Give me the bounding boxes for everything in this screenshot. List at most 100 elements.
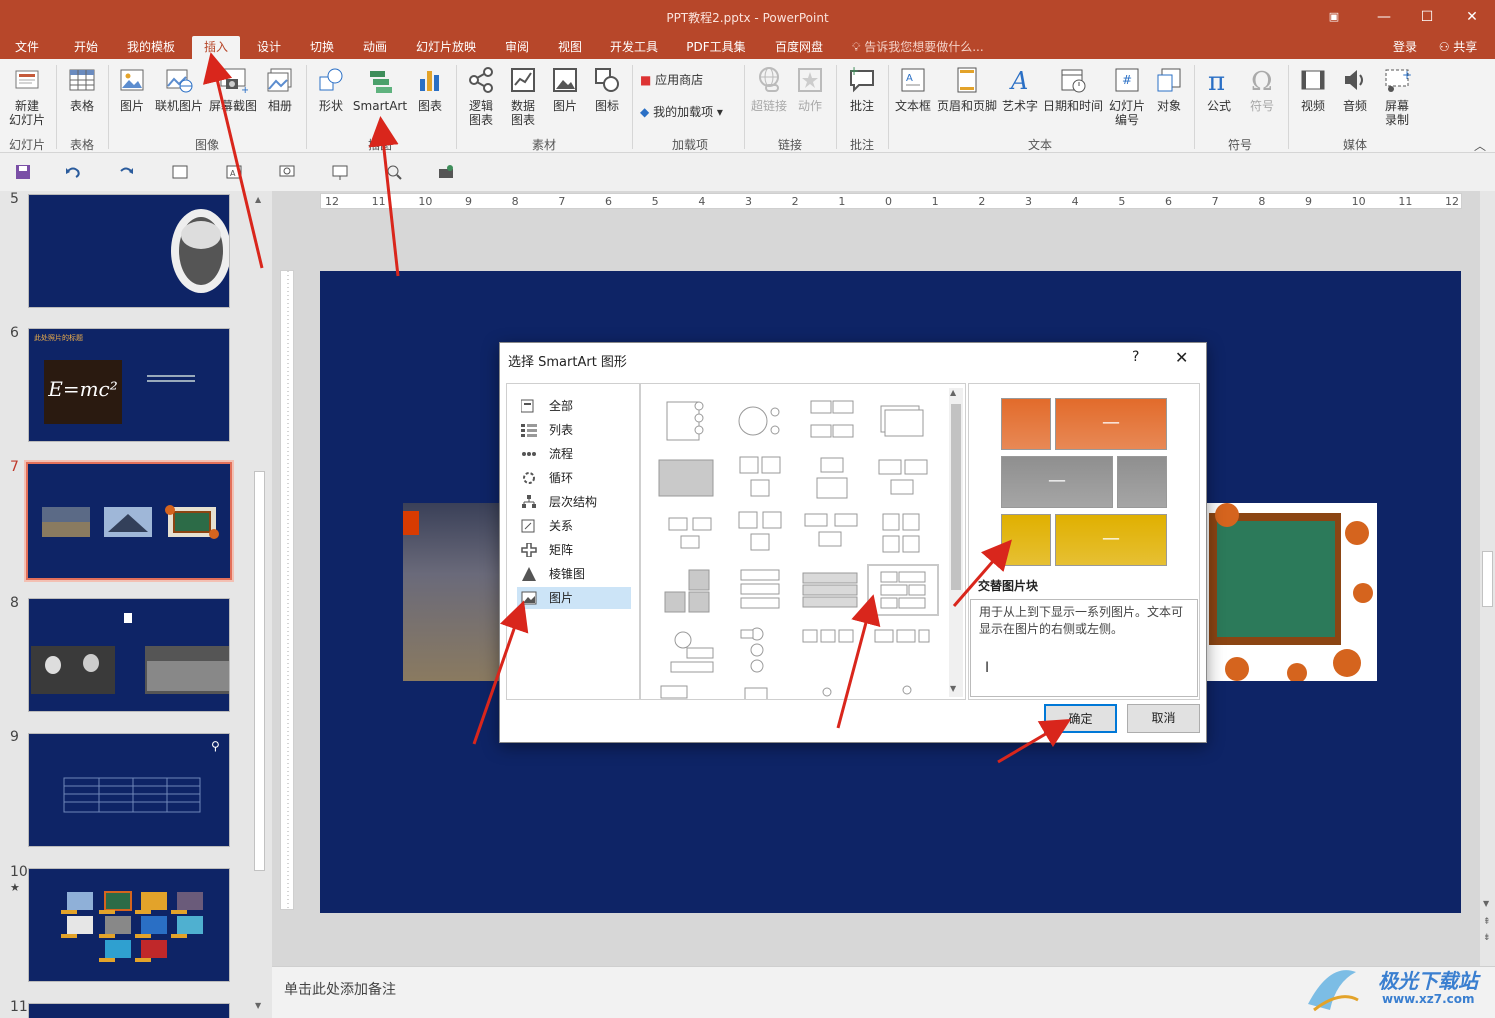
header-footer-button[interactable]: 页眉和页脚 [934, 65, 1000, 113]
smartart-button[interactable]: SmartArt [352, 65, 408, 113]
collapse-ribbon-icon[interactable]: ︿ [1474, 137, 1486, 154]
cancel-button[interactable]: 取消 [1127, 704, 1200, 733]
scroll-down-icon[interactable]: ▼ [1483, 899, 1489, 908]
icon-button[interactable]: 图标 [588, 65, 626, 113]
scroll-up-icon[interactable]: ▲ [950, 388, 956, 397]
category-process[interactable]: 流程 [517, 443, 631, 465]
tab-file[interactable]: 文件 [10, 36, 44, 59]
customize-icon[interactable] [437, 163, 455, 181]
tab-view[interactable]: 视图 [553, 36, 587, 59]
tab-design[interactable]: 设计 [252, 36, 286, 59]
slide-number-button[interactable]: # 幻灯片 编号 [1106, 65, 1148, 127]
category-cycle[interactable]: 循环 [517, 467, 631, 489]
save-icon[interactable] [14, 163, 32, 181]
equation-button[interactable]: π 公式 [1198, 65, 1240, 113]
tab-developer[interactable]: 开发工具 [605, 36, 663, 59]
category-pyramid[interactable]: 棱锥图 [517, 563, 631, 585]
video-button[interactable]: 视频 [1294, 65, 1332, 113]
object-button[interactable]: 对象 [1150, 65, 1188, 113]
category-all[interactable]: 全部 [517, 395, 631, 417]
album-button[interactable]: 相册 [262, 65, 298, 113]
data-chart-button[interactable]: 数据 图表 [504, 65, 542, 127]
category-list-item[interactable]: 列表 [517, 419, 631, 441]
help-icon[interactable]: ? [1132, 349, 1139, 365]
ruler-tick-label: 11 [371, 195, 386, 208]
comment-button[interactable]: + 批注 [842, 65, 882, 113]
tell-me-box[interactable]: 💡︎ 告诉我您想要做什么... [850, 36, 990, 59]
next-slide-icon[interactable]: ⇟ [1483, 933, 1491, 943]
tab-baidu-netdisk[interactable]: 百度网盘 [768, 36, 830, 59]
ribbon-display-icon[interactable]: ▣ [1322, 6, 1346, 28]
scroll-down-icon[interactable]: ▼ [950, 684, 956, 693]
screen-record-button[interactable]: + 屏幕 录制 [1378, 65, 1416, 127]
slide-thumbnail-7[interactable] [24, 460, 234, 582]
layout-item[interactable] [729, 398, 793, 450]
wordart-button[interactable]: A 艺术字 [1000, 65, 1040, 113]
tab-review[interactable]: 审阅 [500, 36, 534, 59]
table-button[interactable]: 表格 [62, 65, 102, 113]
category-relationship[interactable]: 关系 [517, 515, 631, 537]
slide-thumbnail-10[interactable] [28, 868, 230, 982]
tab-my-templates[interactable]: 我的模板 [122, 36, 180, 59]
previous-slide-icon[interactable]: ⇞ [1483, 917, 1491, 927]
symbol-button[interactable]: Ω 符号 [1242, 65, 1282, 113]
slideshow-icon[interactable] [331, 163, 349, 181]
scroll-down-icon[interactable]: ▼ [255, 1001, 261, 1010]
category-picture[interactable]: 图片 [517, 587, 631, 609]
chart-button[interactable]: 图表 [412, 65, 448, 113]
tab-pdf-tools[interactable]: PDF工具集 [683, 36, 749, 59]
gallery-scrollbar-thumb[interactable] [951, 404, 961, 590]
scroll-up-icon[interactable]: ▲ [255, 195, 261, 204]
category-matrix[interactable]: 矩阵 [517, 539, 631, 561]
redo-icon[interactable] [117, 163, 135, 181]
print-preview-icon[interactable] [385, 163, 403, 181]
layout-item[interactable] [657, 398, 721, 450]
tab-transitions[interactable]: 切换 [305, 36, 339, 59]
layout-item[interactable] [799, 398, 863, 450]
textbox-button[interactable]: A 文本框 [892, 65, 934, 113]
logic-chart-button[interactable]: 逻辑 图表 [462, 65, 500, 127]
close-icon[interactable]: ✕ [1460, 6, 1484, 28]
thumbnail-scrollbar[interactable]: ▲ ▼ [252, 191, 268, 1018]
slide-thumbnail-11[interactable] [28, 1003, 230, 1018]
category-hierarchy[interactable]: 层次结构 [517, 491, 631, 513]
maximize-icon[interactable]: ☐ [1415, 6, 1439, 28]
action-button[interactable]: 动作 [792, 65, 828, 113]
editor-scrollbar-thumb[interactable] [1482, 551, 1493, 607]
start-from-beginning-icon[interactable] [171, 163, 189, 181]
editor-scrollbar[interactable]: ▼ ⇞ ⇟ [1480, 191, 1495, 966]
undo-icon[interactable] [64, 163, 82, 181]
new-slide-button[interactable]: 新建 幻灯片 [4, 65, 50, 127]
picture2-button[interactable]: 图片 [546, 65, 584, 113]
layout-item-alternating-picture-blocks[interactable] [867, 564, 939, 616]
picture-button[interactable]: 图片 [114, 65, 150, 113]
present-online-icon[interactable] [278, 163, 296, 181]
my-addins-button[interactable]: ◆ 我的加载项 ▾ [640, 105, 740, 119]
minimize-icon[interactable]: — [1372, 6, 1396, 28]
tab-home[interactable]: 开始 [68, 36, 104, 59]
ok-button[interactable]: 确定 [1044, 704, 1117, 733]
date-time-button[interactable]: 日期和时间 [1042, 65, 1104, 113]
blackboard-image[interactable] [1207, 503, 1377, 683]
layout-item[interactable] [869, 398, 933, 450]
share-button[interactable]: ⚇ 共享 [1430, 36, 1486, 59]
tab-animations[interactable]: 动画 [358, 36, 392, 59]
tab-slideshow[interactable]: 幻灯片放映 [410, 36, 482, 59]
slide-thumbnail-8[interactable] [28, 598, 231, 712]
close-icon[interactable]: ✕ [1175, 348, 1188, 367]
gallery-scrollbar[interactable]: ▲ ▼ [949, 388, 963, 697]
audio-button[interactable]: 音频 [1336, 65, 1374, 113]
online-picture-button[interactable]: 联机图片 [154, 65, 204, 113]
scrollbar-thumb[interactable] [254, 471, 265, 871]
screenshot-button[interactable]: + 屏幕截图 [206, 65, 260, 113]
login-link[interactable]: 登录 [1388, 36, 1422, 59]
shapes-button[interactable]: 形状 [312, 65, 350, 113]
svg-text:⚲: ⚲ [211, 739, 220, 753]
slide-thumbnail-6[interactable]: 此处照片的标题 E=mc² [28, 328, 230, 442]
app-store-button[interactable]: ■ 应用商店 [640, 73, 730, 87]
tab-insert[interactable]: 插入 [192, 36, 240, 59]
touch-mode-icon[interactable]: A [225, 163, 243, 181]
slide-thumbnail-5[interactable] [28, 194, 231, 308]
slide-thumbnail-9[interactable]: ⚲ [28, 733, 230, 847]
hyperlink-button[interactable]: 超链接 [748, 65, 790, 113]
